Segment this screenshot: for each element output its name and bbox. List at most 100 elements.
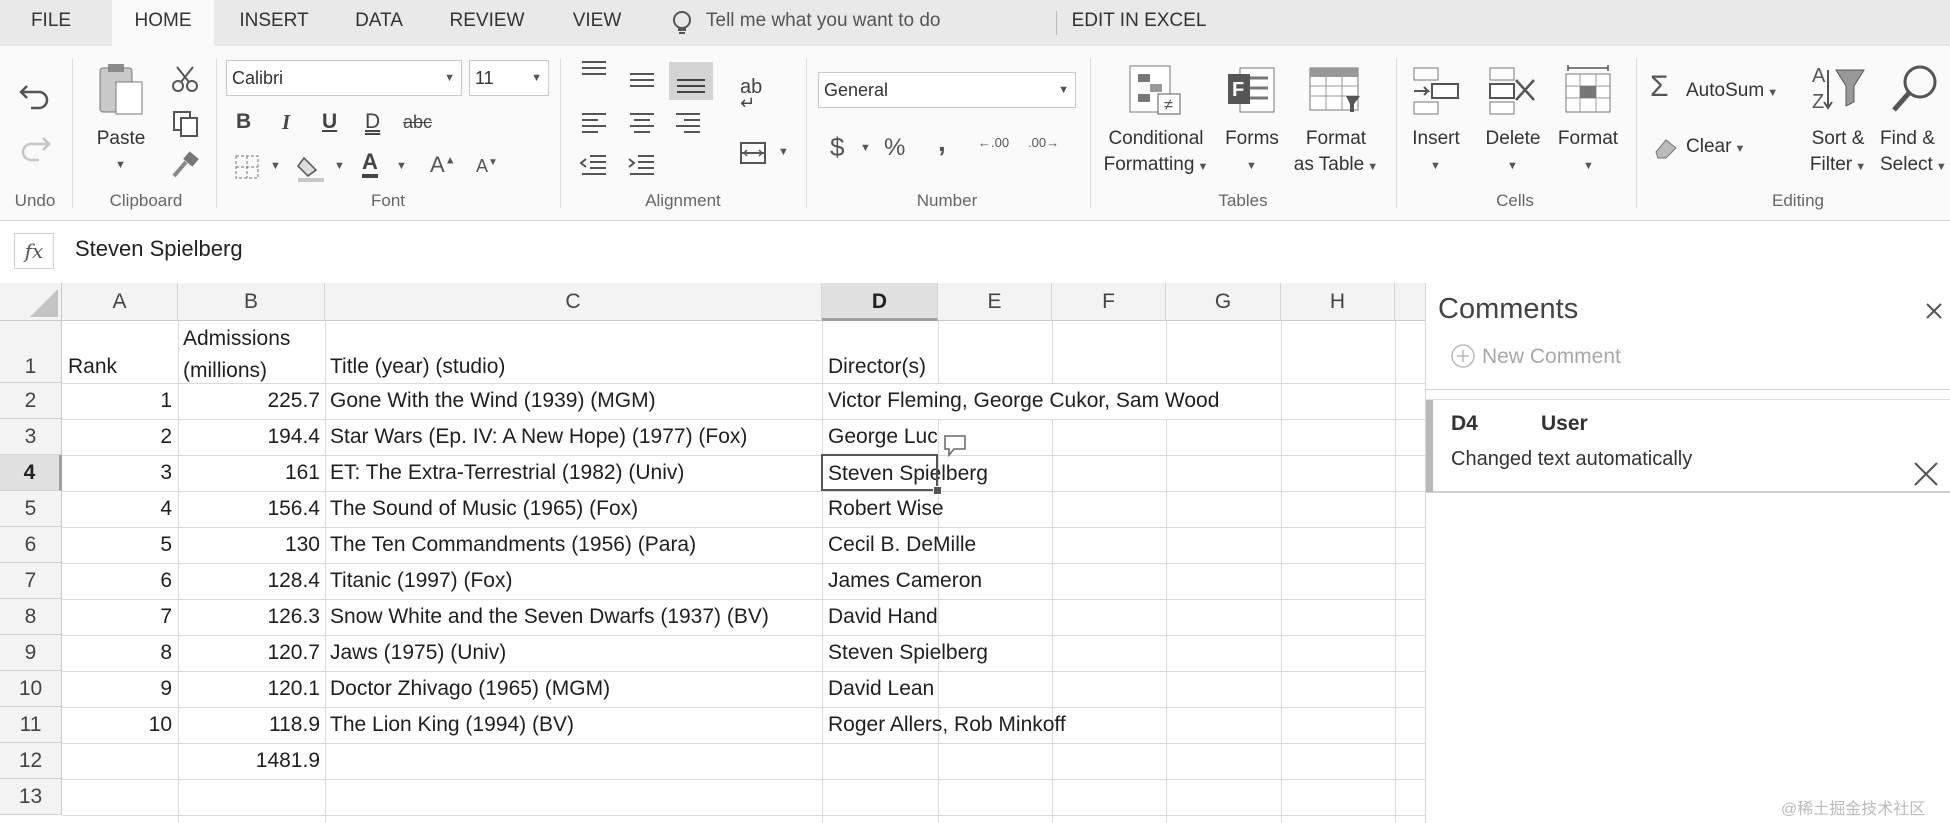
- cell-b7[interactable]: 128.4: [178, 569, 320, 593]
- align-center-icon[interactable]: [626, 110, 658, 136]
- fill-color-icon[interactable]: [296, 152, 326, 182]
- underline-button[interactable]: U: [322, 110, 337, 134]
- cell-b4[interactable]: 161: [178, 461, 320, 485]
- delete-cells-icon[interactable]: [1486, 66, 1538, 116]
- cell-c3[interactable]: Star Wars (Ep. IV: A New Hope) (1977) (F…: [330, 425, 747, 449]
- sort-filter-icon[interactable]: AZ: [1810, 62, 1866, 116]
- column-header-d[interactable]: D: [822, 283, 938, 321]
- cell-b11[interactable]: 118.9: [178, 713, 320, 737]
- delete-cells-button[interactable]: Delete: [1478, 126, 1548, 152]
- cell-d10[interactable]: David Lean: [828, 677, 934, 701]
- format-cells-icon[interactable]: [1562, 64, 1614, 116]
- italic-button[interactable]: I: [282, 110, 290, 135]
- font-name-select[interactable]: Calibri ▼: [226, 60, 462, 96]
- cell-a1[interactable]: Rank: [68, 355, 117, 379]
- cell-a5[interactable]: 4: [62, 497, 172, 521]
- insert-cells-button[interactable]: Insert: [1404, 126, 1468, 152]
- tell-me-search[interactable]: Tell me what you want to do: [706, 0, 976, 46]
- copy-icon[interactable]: [170, 108, 200, 138]
- cell-c10[interactable]: Doctor Zhivago (1965) (MGM): [330, 677, 610, 701]
- cell-b5[interactable]: 156.4: [178, 497, 320, 521]
- row-header-5[interactable]: 5: [0, 491, 62, 527]
- align-bottom-icon[interactable]: [669, 62, 713, 100]
- borders-icon[interactable]: [234, 154, 260, 180]
- merge-dropdown-icon[interactable]: ▼: [778, 146, 789, 158]
- cell-b8[interactable]: 126.3: [178, 605, 320, 629]
- grow-font-button[interactable]: A▲: [430, 152, 456, 178]
- delete-comment-icon[interactable]: [1912, 460, 1940, 488]
- cell-d9[interactable]: Steven Spielberg: [828, 641, 988, 665]
- cell-a9[interactable]: 8: [62, 641, 172, 665]
- strikethrough-button[interactable]: abc: [403, 112, 432, 133]
- undo-icon[interactable]: [17, 76, 53, 112]
- tab-review[interactable]: REVIEW: [437, 0, 537, 46]
- delete-dropdown-icon[interactable]: ▼: [1507, 160, 1518, 172]
- increase-decimal-button[interactable]: ←.00: [978, 136, 1009, 150]
- font-size-select[interactable]: 11 ▼: [469, 60, 549, 96]
- cell-c6[interactable]: The Ten Commandments (1956) (Para): [330, 533, 696, 557]
- fill-handle[interactable]: [933, 486, 942, 495]
- format-as-table-button[interactable]: Format as Table ▼: [1286, 126, 1386, 180]
- cell-b6[interactable]: 130: [178, 533, 320, 557]
- row-header-10[interactable]: 10: [0, 671, 62, 707]
- row-header-4[interactable]: 4: [0, 455, 62, 491]
- format-as-table-icon[interactable]: [1308, 64, 1364, 116]
- conditional-formatting-icon[interactable]: ≠: [1128, 64, 1184, 116]
- cell-d7[interactable]: James Cameron: [828, 569, 982, 593]
- cell-a2[interactable]: 1: [62, 389, 172, 413]
- percent-button[interactable]: %: [884, 134, 905, 162]
- tab-home[interactable]: HOME: [112, 0, 214, 46]
- merge-cells-icon[interactable]: [738, 138, 768, 168]
- align-left-icon[interactable]: [578, 110, 610, 136]
- tab-view[interactable]: VIEW: [555, 0, 639, 46]
- insert-dropdown-icon[interactable]: ▼: [1430, 160, 1441, 172]
- cell-c4[interactable]: ET: The Extra-Terrestrial (1982) (Univ): [330, 461, 684, 485]
- borders-dropdown-icon[interactable]: ▼: [270, 160, 281, 172]
- cell-b9[interactable]: 120.7: [178, 641, 320, 665]
- align-middle-icon[interactable]: [626, 68, 658, 94]
- cell-c2[interactable]: Gone With the Wind (1939) (MGM): [330, 389, 656, 413]
- row-header-9[interactable]: 9: [0, 635, 62, 671]
- decrease-indent-icon[interactable]: [578, 152, 610, 178]
- comment-card[interactable]: D4 User Changed text automatically: [1426, 399, 1950, 493]
- currency-dropdown-icon[interactable]: ▼: [860, 142, 871, 154]
- number-format-select[interactable]: General ▼: [818, 72, 1076, 108]
- clear-button[interactable]: Clear ▼: [1686, 136, 1745, 158]
- wrap-text-button[interactable]: ab ↵: [740, 76, 762, 114]
- close-icon[interactable]: [1924, 301, 1944, 321]
- row-header-2[interactable]: 2: [0, 383, 62, 419]
- bold-button[interactable]: B: [236, 110, 251, 134]
- redo-icon[interactable]: [17, 128, 53, 164]
- cell-d6[interactable]: Cecil B. DeMille: [828, 533, 976, 557]
- cell-a7[interactable]: 6: [62, 569, 172, 593]
- cell-d5[interactable]: Robert Wise: [828, 497, 944, 521]
- cell-a4[interactable]: 3: [62, 461, 172, 485]
- cell-d2[interactable]: Victor Fleming, George Cukor, Sam Wood: [828, 389, 1219, 413]
- column-header-a[interactable]: A: [62, 283, 178, 321]
- double-underline-button[interactable]: D: [365, 110, 380, 134]
- paste-dropdown-icon[interactable]: ▼: [115, 159, 126, 171]
- find-select-button[interactable]: Find & Select ▼: [1880, 126, 1950, 180]
- decrease-decimal-button[interactable]: .00→: [1028, 136, 1059, 150]
- formula-input[interactable]: Steven Spielberg: [75, 236, 243, 262]
- cell-d1[interactable]: Director(s): [828, 355, 926, 379]
- autosum-button[interactable]: AutoSum ▼: [1686, 80, 1778, 102]
- cell-b2[interactable]: 225.7: [178, 389, 320, 413]
- new-comment-button[interactable]: New Comment: [1482, 345, 1621, 369]
- paste-icon[interactable]: [96, 60, 146, 118]
- cell-c11[interactable]: The Lion King (1994) (BV): [330, 713, 574, 737]
- fill-color-dropdown-icon[interactable]: ▼: [334, 160, 345, 172]
- cell-a10[interactable]: 9: [62, 677, 172, 701]
- row-header-13[interactable]: 13: [0, 779, 62, 815]
- row-header-3[interactable]: 3: [0, 419, 62, 455]
- cell-d8[interactable]: David Hand: [828, 605, 938, 629]
- format-cells-button[interactable]: Format: [1550, 126, 1626, 152]
- forms-button[interactable]: Forms: [1220, 126, 1284, 152]
- row-header-12[interactable]: 12: [0, 743, 62, 779]
- find-select-icon[interactable]: [1888, 62, 1942, 116]
- row-header-1[interactable]: 1: [0, 321, 62, 383]
- shrink-font-button[interactable]: A▼: [476, 156, 498, 177]
- row-header-8[interactable]: 8: [0, 599, 62, 635]
- column-header-b[interactable]: B: [178, 283, 325, 321]
- forms-dropdown-icon[interactable]: ▼: [1246, 160, 1257, 172]
